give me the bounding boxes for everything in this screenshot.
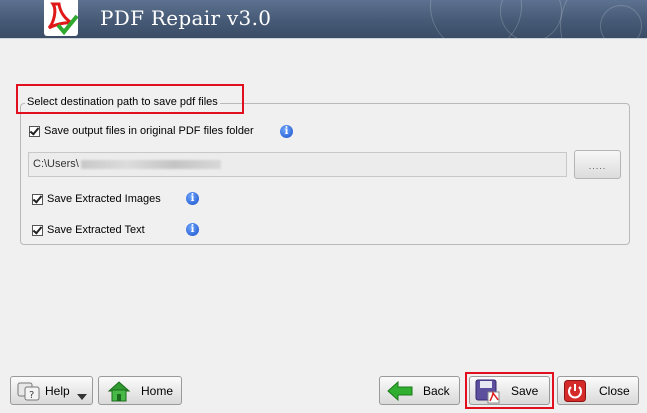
back-label: Back <box>423 384 450 398</box>
svg-text:?: ? <box>29 390 34 401</box>
extract-text-label: Save Extracted Text <box>47 224 145 236</box>
header-divider <box>0 38 647 39</box>
info-icon[interactable]: i <box>186 192 199 205</box>
close-label: Close <box>599 384 630 398</box>
chevron-down-icon <box>77 389 87 403</box>
home-icon <box>107 379 131 406</box>
help-label: Help <box>45 384 70 398</box>
original-folder-checkbox[interactable] <box>29 125 40 137</box>
path-input[interactable]: C:\Users\ <box>28 152 567 177</box>
original-folder-option[interactable]: Save output files in original PDF files … <box>29 125 254 137</box>
power-icon <box>564 380 586 405</box>
info-icon[interactable]: i <box>186 223 199 236</box>
path-text: C:\Users\ <box>33 158 79 170</box>
header-decoration <box>500 0 562 38</box>
browse-button[interactable]: ..... <box>574 150 621 179</box>
extract-images-checkbox[interactable] <box>32 193 43 205</box>
home-label: Home <box>141 384 174 398</box>
original-folder-label: Save output files in original PDF files … <box>44 125 254 137</box>
extract-images-option[interactable]: Save Extracted Images <box>32 193 161 205</box>
info-icon[interactable]: i <box>280 125 293 138</box>
app-header: PDF Repair v3.0 <box>0 0 647 38</box>
help-icon: ? <box>17 380 41 405</box>
extract-text-checkbox[interactable] <box>32 224 43 236</box>
close-button[interactable]: Close <box>557 376 639 405</box>
back-button[interactable]: Back <box>379 376 460 405</box>
help-button[interactable]: ? Help <box>10 376 93 405</box>
highlight-legend-box <box>16 84 244 114</box>
highlight-save-box <box>465 372 554 409</box>
extract-text-option[interactable]: Save Extracted Text <box>32 224 145 236</box>
pdf-check-logo-icon <box>44 0 79 36</box>
path-redacted <box>80 159 221 169</box>
extract-images-label: Save Extracted Images <box>47 193 161 205</box>
home-button[interactable]: Home <box>98 376 182 405</box>
app-title: PDF Repair v3.0 <box>100 6 272 30</box>
back-arrow-icon <box>387 380 413 404</box>
